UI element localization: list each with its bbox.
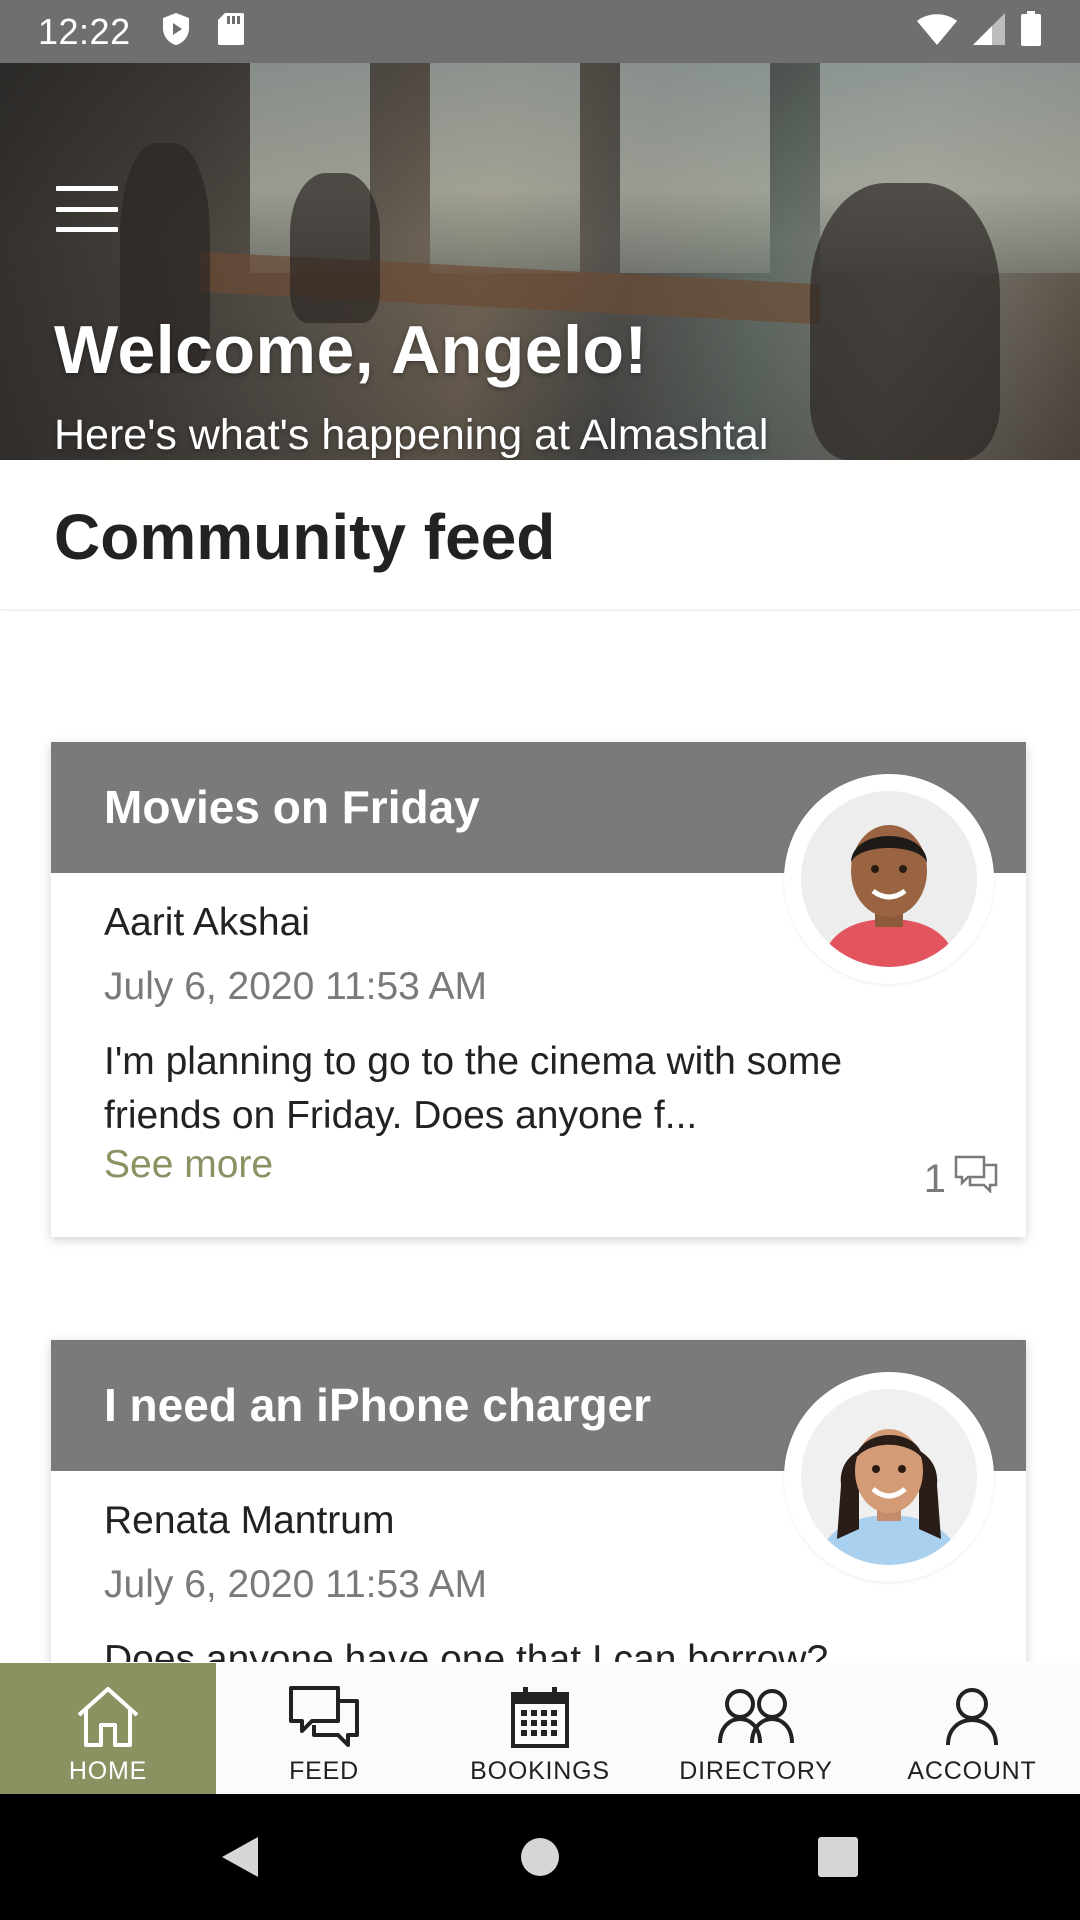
- post-excerpt: Does anyone have one that I can borrow?: [104, 1638, 829, 1662]
- post-title: I need an iPhone charger: [104, 1379, 652, 1431]
- battery-icon: [1020, 11, 1042, 52]
- hero-person: [810, 183, 1000, 460]
- feed-card[interactable]: I need an iPhone charger Renata Mantrum: [51, 1340, 1026, 1662]
- nav-account[interactable]: ACCOUNT: [864, 1663, 1080, 1794]
- nav-feed[interactable]: FEED: [216, 1663, 432, 1794]
- welcome-subtitle: Here's what's happening at Almashtal: [54, 411, 769, 459]
- nav-directory[interactable]: DIRECTORY: [648, 1663, 864, 1794]
- person-icon: [932, 1683, 1012, 1751]
- back-triangle-icon: [222, 1837, 258, 1877]
- home-system-button[interactable]: [500, 1794, 580, 1920]
- status-right-icons: [916, 11, 1042, 52]
- people-icon: [716, 1683, 796, 1751]
- hamburger-menu-icon: [56, 186, 118, 191]
- hamburger-line: [56, 227, 118, 232]
- post-date: July 6, 2020 11:53 AM: [104, 1563, 488, 1606]
- nav-bookings[interactable]: BOOKINGS: [432, 1663, 648, 1794]
- sd-card-icon: [217, 12, 245, 51]
- post-excerpt: I'm planning to go to the cinema with so…: [104, 1040, 843, 1137]
- hero-banner: Welcome, Angelo! Here's what's happening…: [0, 63, 1080, 460]
- system-navigation-bar: [0, 1794, 1080, 1920]
- home-circle-icon: [521, 1838, 559, 1876]
- home-icon: [68, 1683, 148, 1751]
- recents-square-icon: [818, 1837, 858, 1877]
- post-date: July 6, 2020 11:53 AM: [104, 965, 488, 1008]
- nav-label: BOOKINGS: [470, 1757, 610, 1785]
- section-title: Community feed: [54, 501, 556, 573]
- hamburger-line: [56, 206, 118, 212]
- status-left-icons: [161, 12, 245, 51]
- post-author: Renata Mantrum: [104, 1499, 395, 1542]
- status-time: 12:22: [38, 10, 131, 52]
- hero-person: [290, 173, 380, 323]
- hero-window: [430, 63, 580, 273]
- section-header: Community feed: [0, 460, 1080, 610]
- card-body: Aarit Akshai July 6, 2020 11:53 AM I'm p…: [51, 873, 1026, 1187]
- chat-bubbles-icon: [284, 1683, 364, 1751]
- nav-label: ACCOUNT: [907, 1757, 1037, 1785]
- comment-icon: [954, 1155, 998, 1203]
- feed-card[interactable]: Movies on Friday Aarit Akshai July 6, 20…: [51, 742, 1026, 1237]
- nav-label: HOME: [68, 1757, 148, 1785]
- nav-label: FEED: [289, 1757, 359, 1785]
- calendar-icon: [500, 1683, 580, 1751]
- card-body: Renata Mantrum July 6, 2020 11:53 AM Doe…: [51, 1471, 1026, 1662]
- comments-button[interactable]: 1: [924, 1155, 998, 1203]
- nav-label: DIRECTORY: [679, 1757, 833, 1785]
- shield-play-icon: [161, 12, 191, 51]
- wifi-icon: [916, 12, 958, 51]
- comment-count: 1: [923, 1156, 946, 1201]
- status-bar: 12:22: [0, 0, 1080, 63]
- signal-icon: [972, 12, 1006, 51]
- bottom-navigation: HOME FEED BOOKINGS DIRECTORY ACCOUNT: [0, 1663, 1080, 1794]
- post-title: Movies on Friday: [104, 781, 480, 833]
- back-button[interactable]: [200, 1794, 280, 1920]
- nav-home[interactable]: HOME: [0, 1663, 216, 1794]
- post-author: Aarit Akshai: [104, 901, 310, 944]
- recents-button[interactable]: [798, 1794, 878, 1920]
- menu-button[interactable]: [56, 186, 118, 232]
- see-more-link[interactable]: See more: [104, 1143, 273, 1187]
- community-feed[interactable]: Movies on Friday Aarit Akshai July 6, 20…: [0, 612, 1080, 1662]
- hero-window: [620, 63, 770, 273]
- welcome-title: Welcome, Angelo!: [54, 312, 648, 388]
